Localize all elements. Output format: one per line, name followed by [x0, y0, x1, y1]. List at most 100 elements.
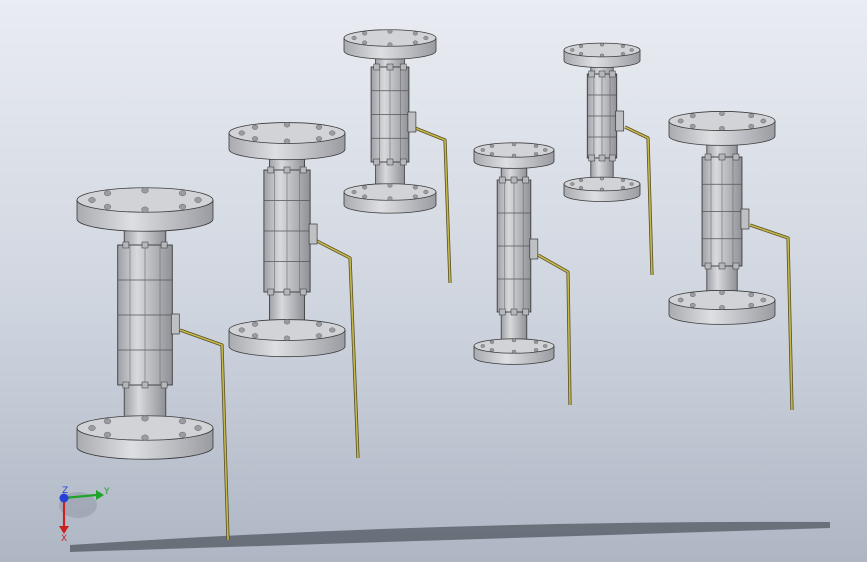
bolt-hole [315, 321, 323, 327]
bolt-hole [533, 152, 539, 156]
bolt-hole [578, 44, 584, 48]
body-nut [399, 158, 407, 166]
y-axis-arrow [96, 490, 104, 500]
bolt-hole [689, 123, 696, 129]
bolt-hole [329, 130, 336, 136]
body-nut [598, 154, 606, 162]
bolt-hole [719, 111, 725, 116]
bolt-hole [599, 53, 605, 58]
bolt-hole [387, 29, 393, 34]
body-nut [299, 288, 307, 296]
bolt-hole [511, 153, 517, 158]
body-nut [122, 381, 130, 389]
body-nut [522, 176, 530, 184]
bolt-hole [599, 42, 605, 47]
cad-viewport[interactable]: Z Y X [0, 0, 867, 562]
body-nut [299, 166, 307, 174]
body-nut [588, 154, 595, 162]
bottom-flange [76, 415, 214, 460]
valve-assembly-1[interactable] [76, 187, 230, 541]
bolt-hole [387, 183, 393, 188]
bolt-hole [251, 333, 259, 339]
body-nut [598, 70, 606, 78]
bolt-hole [251, 321, 259, 327]
bolt-hole [489, 144, 495, 148]
bolt-hole [351, 35, 357, 41]
bolt-hole [315, 124, 323, 130]
bolt-hole [362, 31, 368, 36]
bolt-hole [719, 290, 725, 295]
valve-assembly-5[interactable] [563, 42, 654, 276]
bolt-hole [178, 431, 187, 438]
bolt-hole [620, 186, 626, 190]
bolt-hole [412, 185, 418, 190]
coordinate-triad: Z Y X [59, 486, 110, 544]
bolt-hole [283, 122, 291, 128]
bolt-hole [103, 431, 112, 438]
bolt-hole [88, 197, 96, 203]
bolt-hole [570, 48, 575, 52]
body-nut [267, 288, 275, 296]
handle-boss [308, 223, 318, 245]
body-nut [373, 158, 381, 166]
bottom-flange [473, 338, 555, 365]
bolt-hole [489, 348, 495, 352]
body-nut [283, 288, 291, 296]
bolt-hole [533, 348, 539, 352]
bolt-hole [677, 297, 684, 303]
bolt-hole [362, 185, 368, 190]
top-flange [473, 142, 555, 169]
body-nut [704, 153, 712, 161]
handle-boss [529, 238, 539, 260]
bottom-flange [563, 176, 641, 202]
bolt-hole [578, 178, 584, 182]
bolt-hole [570, 182, 575, 186]
bolt-hole [511, 349, 517, 354]
handle-boss [740, 208, 750, 230]
bolt-hole [423, 35, 429, 41]
body-nut [609, 70, 616, 78]
bolt-hole [141, 415, 149, 422]
bolt-hole [748, 123, 755, 129]
z-axis-label: Z [62, 486, 68, 496]
valve-assembly-6[interactable] [668, 111, 794, 411]
bolt-hole [283, 138, 291, 144]
bolt-hole [283, 335, 291, 341]
bolt-hole [88, 425, 96, 431]
bolt-hole [178, 418, 187, 425]
bolt-hole [511, 338, 517, 343]
bolt-hole [412, 31, 418, 36]
bolt-hole [689, 302, 696, 308]
body-nut [522, 308, 530, 316]
bolt-hole [387, 42, 393, 47]
bolt-hole [141, 187, 149, 194]
bolt-hole [480, 344, 485, 348]
body-nut [141, 241, 149, 249]
valve-assembly-2[interactable] [228, 122, 360, 459]
bolt-hole [362, 194, 368, 199]
bolt-hole [689, 113, 696, 119]
bolt-hole [620, 44, 626, 48]
handle-rod [537, 254, 571, 406]
bolt-hole [387, 196, 393, 201]
bolt-hole [578, 52, 584, 56]
bolt-hole [178, 190, 187, 197]
bolt-hole [103, 203, 112, 210]
bolt-hole [760, 297, 767, 303]
body-nut [267, 166, 275, 174]
bolt-hole [329, 327, 336, 333]
valve-assembly-3[interactable] [343, 29, 452, 284]
bolt-hole [533, 340, 539, 344]
bottom-flange [343, 183, 437, 214]
body-nut [732, 153, 740, 161]
handle-rod [624, 126, 653, 276]
bolt-hole [748, 292, 755, 298]
bolt-hole [238, 327, 245, 333]
bolt-hole [620, 52, 626, 56]
bolt-hole [543, 344, 548, 348]
bolt-hole [748, 302, 755, 308]
bolt-hole [412, 194, 418, 199]
bolt-hole [251, 124, 259, 130]
valve-assembly-4[interactable] [473, 142, 572, 406]
bolt-hole [599, 176, 605, 181]
